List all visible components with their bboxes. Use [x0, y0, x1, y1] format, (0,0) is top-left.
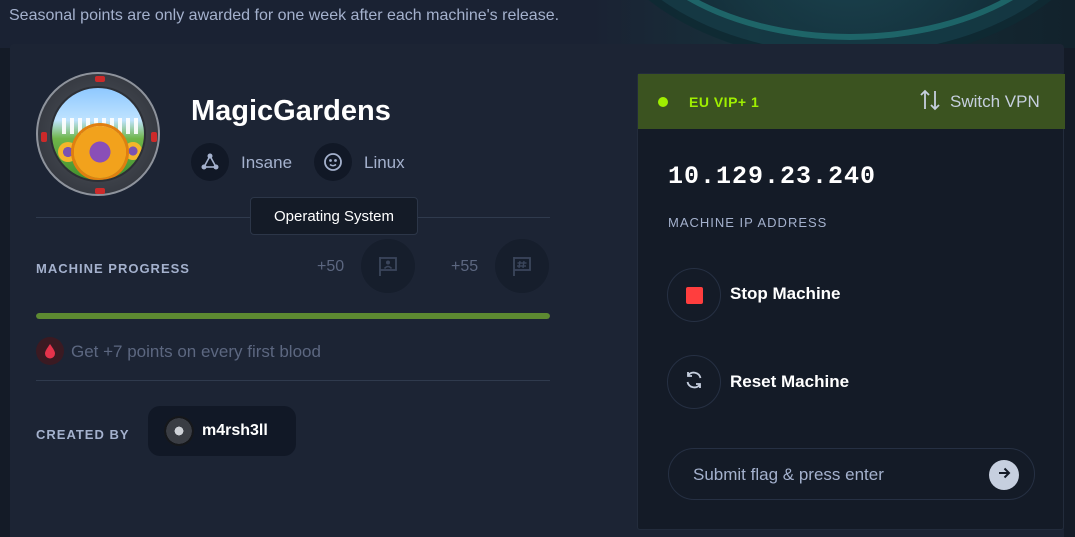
creator-name: m4rsh3ll [202, 422, 268, 439]
seasonal-banner: Seasonal points are only awarded for one… [0, 0, 1075, 48]
arrow-right-icon [997, 466, 1011, 485]
stop-machine-label[interactable]: Stop Machine [730, 284, 841, 304]
flag-submit-field [668, 448, 1035, 500]
machine-progress-label: MACHINE PROGRESS [36, 261, 190, 276]
seasonal-notice: Seasonal points are only awarded for one… [9, 7, 560, 24]
banner-artwork [610, 0, 1075, 40]
creator-avatar [164, 416, 194, 446]
difficulty-nodes-icon [191, 143, 229, 181]
machine-name: MagicGardens [191, 95, 391, 127]
reset-machine-label[interactable]: Reset Machine [730, 372, 849, 392]
stop-icon [685, 286, 703, 304]
reset-icon [683, 369, 705, 396]
first-blood-hint: Get +7 points on every first blood [71, 342, 321, 361]
machine-avatar [36, 72, 160, 196]
os-label: Linux [364, 153, 405, 172]
submit-flag-button[interactable] [989, 460, 1019, 490]
vpn-status-bar: EU VIP+ 1 Switch VPN [638, 74, 1065, 129]
user-flag-icon [361, 239, 415, 293]
vpn-status-dot [658, 97, 668, 107]
difficulty-label: Insane [241, 153, 293, 172]
created-by-label: CREATED BY [36, 427, 130, 442]
switch-vpn-button[interactable]: Switch VPN [918, 88, 1040, 117]
root-flag-points: +55 [451, 258, 479, 275]
divider [36, 380, 550, 381]
os-tooltip: Operating System [250, 197, 418, 235]
switch-arrows-icon [918, 88, 942, 117]
vpn-server-name: EU VIP+ 1 [689, 94, 760, 110]
switch-vpn-label: Switch VPN [950, 92, 1040, 111]
linux-penguin-icon[interactable] [314, 143, 352, 181]
reset-machine-button[interactable] [667, 355, 721, 409]
machine-progress-bar [36, 313, 550, 319]
machine-progress-fill [36, 313, 550, 319]
user-flag-points: +50 [317, 258, 345, 275]
machine-ip-label: MACHINE IP ADDRESS [668, 215, 828, 230]
machine-ip[interactable]: 10.129.23.240 [668, 162, 876, 191]
blood-drop-icon [36, 337, 64, 365]
machine-control-panel: EU VIP+ 1 Switch VPN 10.129.23.240 MACHI… [637, 73, 1065, 530]
stop-machine-button[interactable] [667, 268, 721, 322]
creator-profile-link[interactable]: m4rsh3ll [148, 406, 296, 456]
root-flag-icon [495, 239, 549, 293]
flag-input[interactable] [693, 464, 973, 486]
